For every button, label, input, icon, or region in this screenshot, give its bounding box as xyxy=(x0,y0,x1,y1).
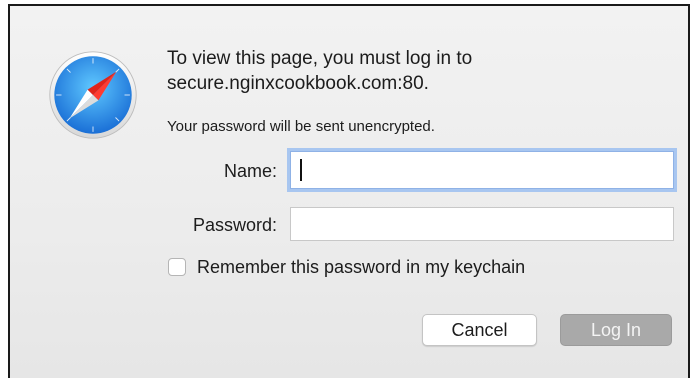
password-label: Password: xyxy=(192,215,277,235)
safari-compass-icon xyxy=(49,51,137,139)
cancel-button[interactable]: Cancel xyxy=(422,314,537,346)
text-caret xyxy=(300,159,302,181)
title-line-1: To view this page, you must log in to xyxy=(167,48,473,69)
login-button[interactable]: Log In xyxy=(560,314,672,346)
title-line-2: secure.nginxcookbook.com:80. xyxy=(167,73,429,94)
remember-checkbox[interactable] xyxy=(168,258,186,276)
login-dialog: To view this page, you must log in to se… xyxy=(8,4,690,378)
unencrypted-warning: Your password will be sent unencrypted. xyxy=(167,118,435,135)
name-input[interactable] xyxy=(290,151,674,189)
dialog-title: To view this page, you must log in to se… xyxy=(167,46,667,96)
remember-checkbox-label[interactable]: Remember this password in my keychain xyxy=(197,257,525,278)
password-input[interactable] xyxy=(290,207,674,241)
name-label: Name: xyxy=(223,161,277,181)
